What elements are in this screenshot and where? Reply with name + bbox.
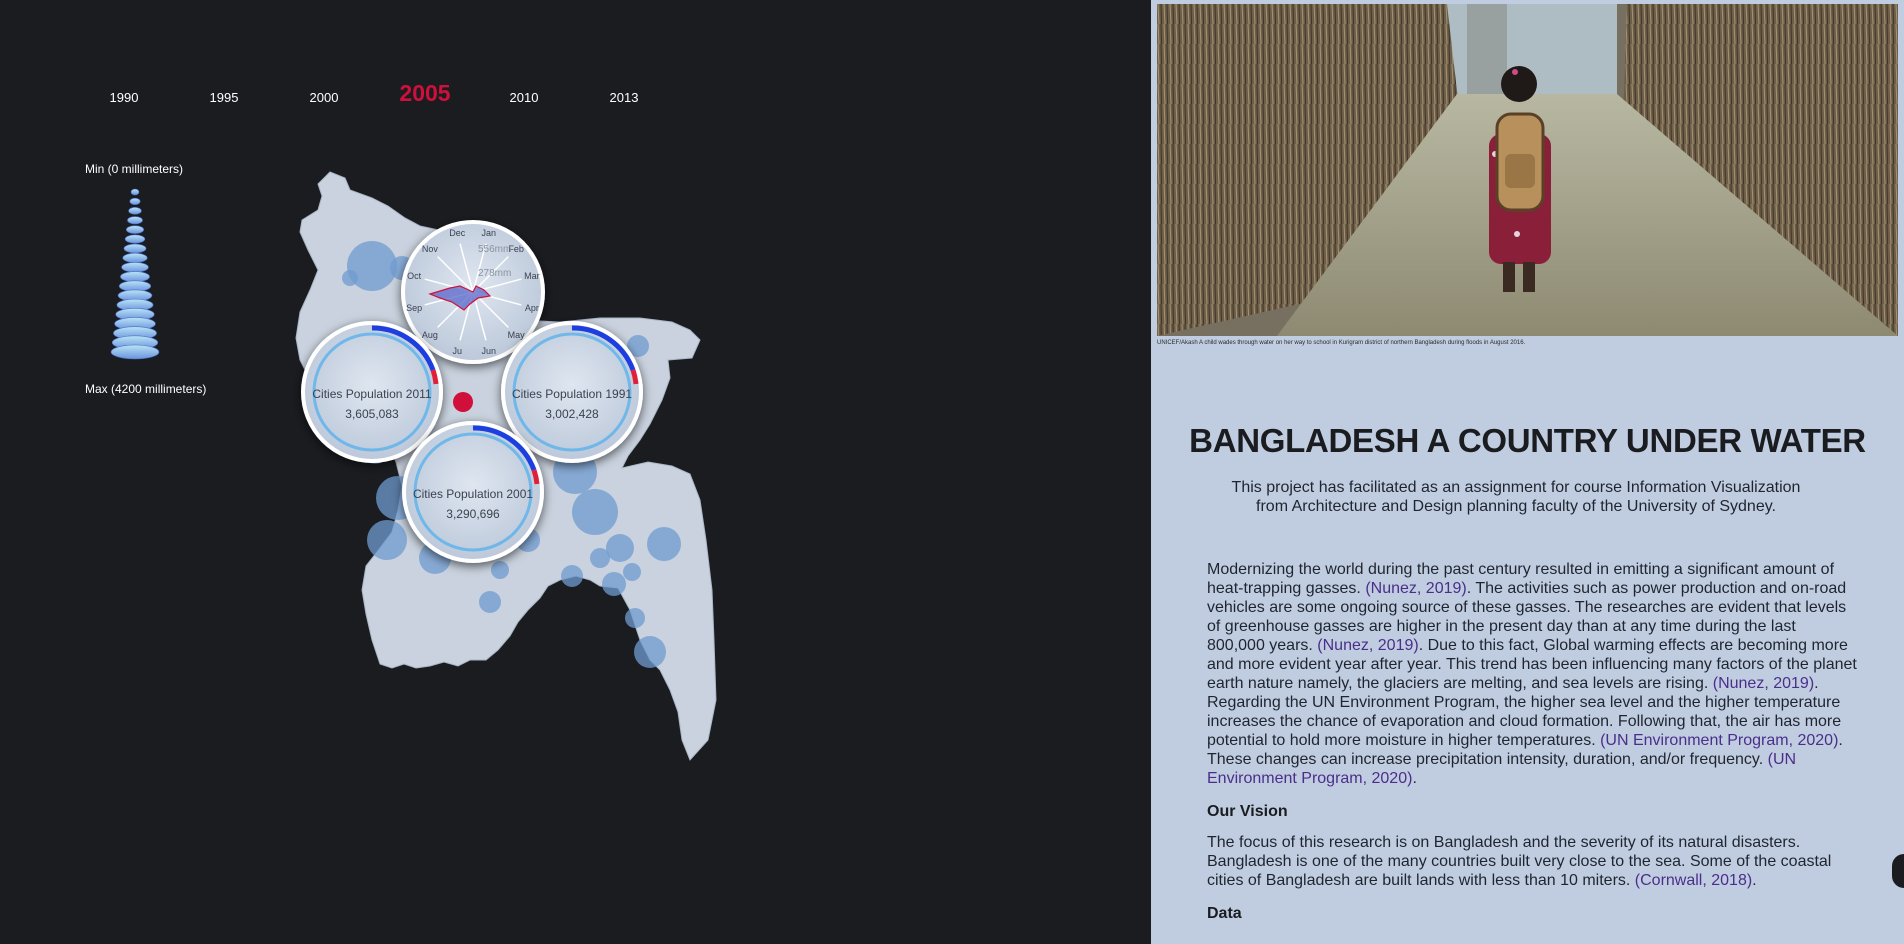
- badge-label: Cities Population 2011: [312, 387, 432, 401]
- legend-ring: [122, 252, 148, 263]
- city-bubble[interactable]: [606, 534, 634, 562]
- month-label: May: [508, 330, 526, 340]
- background-paragraph: Modernizing the world during the past ce…: [1207, 560, 1857, 788]
- citation-link[interactable]: (UN Environment Program, 2020): [1600, 732, 1838, 749]
- month-label: Nov: [422, 244, 439, 254]
- legend-ring: [120, 271, 150, 283]
- population-badge-2001[interactable]: Cities Population 2001 3,290,696: [402, 421, 544, 563]
- flood-photo: [1157, 4, 1898, 336]
- scroll-handle[interactable]: [1892, 854, 1904, 888]
- photo-caption: UNICEF/Akash A child wades through water…: [1157, 340, 1526, 346]
- legend-ring: [127, 216, 143, 225]
- month-label: Mar: [524, 271, 540, 281]
- month-label: Jan: [482, 228, 497, 238]
- selected-city-marker[interactable]: [453, 392, 473, 412]
- legend-ring: [125, 225, 145, 234]
- month-label: Apr: [525, 303, 539, 313]
- city-bubble[interactable]: [647, 527, 681, 561]
- radial-scale-inner: 278mm: [478, 268, 511, 279]
- data-heading: Data: [1207, 905, 1242, 922]
- city-bubble[interactable]: [625, 608, 645, 628]
- rainfall-legend-cone: [110, 188, 160, 360]
- population-badge-1991[interactable]: Cities Population 1991 3,002,428: [501, 321, 643, 463]
- city-bubble[interactable]: [479, 591, 501, 613]
- city-bubble[interactable]: [634, 636, 666, 668]
- legend-ring: [123, 243, 147, 254]
- citation-link[interactable]: (Nunez, 2019): [1317, 637, 1418, 654]
- city-bubble[interactable]: [572, 489, 618, 535]
- vision-heading: Our Vision: [1207, 803, 1288, 820]
- month-label: Dec: [449, 228, 466, 238]
- city-bubble[interactable]: [602, 572, 626, 596]
- citation-link[interactable]: (Nunez, 2019): [1365, 580, 1466, 597]
- badge-label: Cities Population 1991: [512, 387, 632, 401]
- paragraph-text: .: [1412, 770, 1417, 787]
- city-bubble[interactable]: [561, 565, 583, 587]
- city-bubble[interactable]: [590, 548, 610, 568]
- visualization-panel: 1990 1995 2000 2005 2010 2013 Min (0 mil…: [0, 0, 1151, 944]
- month-label: Oct: [407, 271, 422, 281]
- badge-value: 3,290,696: [446, 507, 500, 521]
- page-title: BANGLADESH A COUNTRY UNDER WATER: [1189, 422, 1866, 459]
- paragraph-text: .: [1752, 872, 1757, 889]
- legend-ring: [129, 197, 141, 205]
- badge-value: 3,002,428: [545, 407, 599, 421]
- month-label: Aug: [422, 330, 438, 340]
- citation-link[interactable]: (Cornwall, 2018): [1635, 872, 1752, 889]
- citation-link[interactable]: (Nunez, 2019): [1713, 675, 1814, 692]
- city-bubble[interactable]: [342, 270, 358, 286]
- vision-paragraph: The focus of this research is on Banglad…: [1207, 833, 1857, 890]
- radial-scale-outer: 556mm: [478, 244, 511, 255]
- legend-ring: [128, 207, 142, 215]
- legend-ring: [130, 188, 140, 196]
- intro-paragraph: This project has facilitated as an assig…: [1231, 479, 1801, 515]
- article-panel[interactable]: UNICEF/Akash A child wades through water…: [1151, 0, 1904, 944]
- legend-ring: [124, 234, 146, 244]
- legend-ring: [110, 344, 160, 360]
- bangladesh-map-visual: JanFebMarAprMayJunJuAugSepOctNovDec 556m…: [110, 171, 717, 761]
- article-body: Modernizing the world during the past ce…: [1207, 560, 1857, 935]
- city-bubble[interactable]: [623, 563, 641, 581]
- legend-ring: [121, 262, 149, 273]
- city-bubble[interactable]: [491, 561, 509, 579]
- month-label: Ju: [452, 346, 462, 356]
- population-badge-2011[interactable]: Cities Population 2011 3,605,083: [301, 321, 443, 463]
- badge-value: 3,605,083: [345, 407, 399, 421]
- month-label: Jun: [482, 346, 497, 356]
- badge-label: Cities Population 2001: [413, 487, 533, 501]
- month-label: Sep: [406, 303, 422, 313]
- city-bubble[interactable]: [367, 520, 407, 560]
